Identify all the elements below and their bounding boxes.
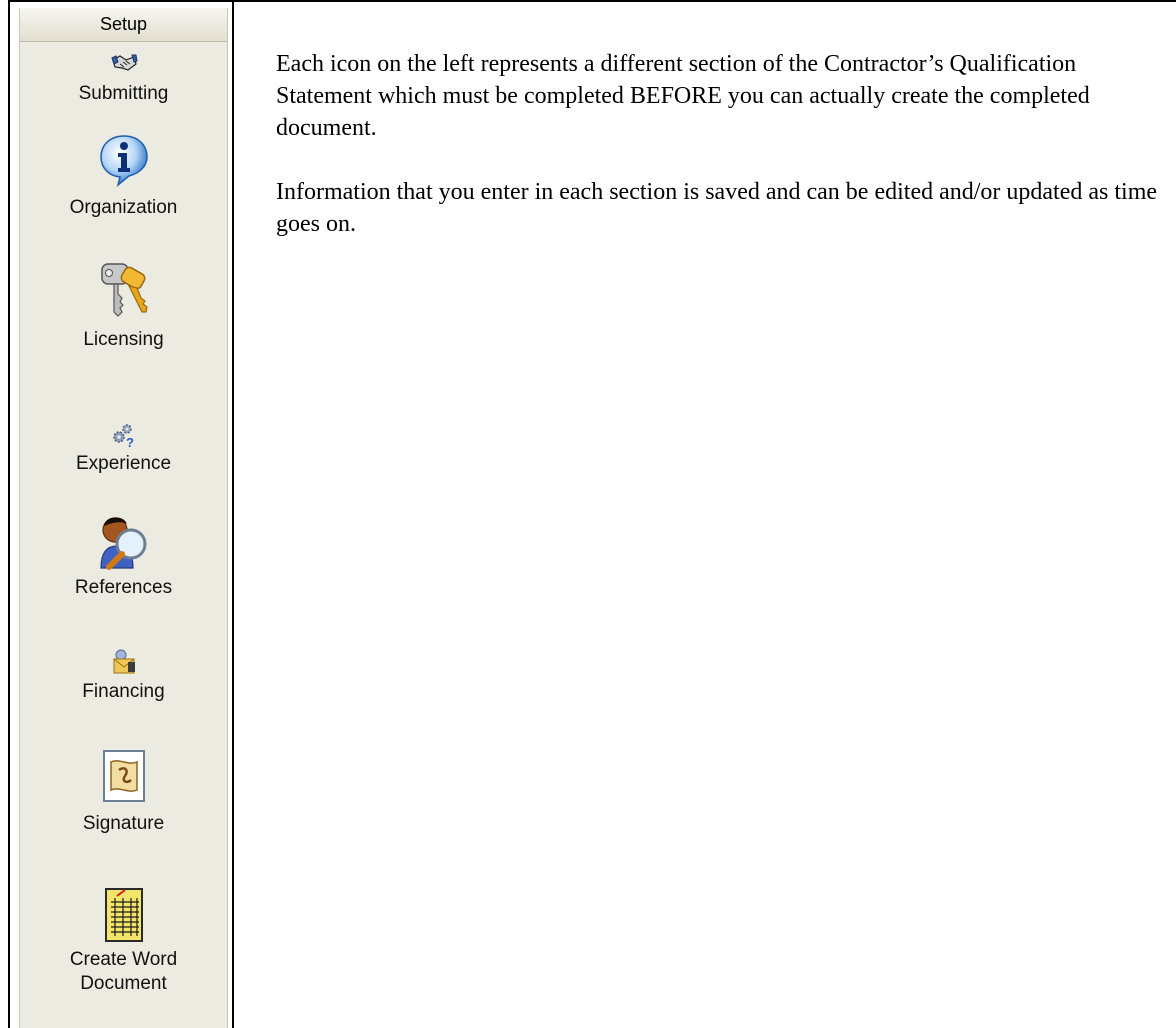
sidebar-item-submitting[interactable]: Submitting (20, 50, 227, 106)
setup-sidebar: Setup Submitting Organization Licensing … (19, 8, 228, 1028)
sidebar-item-label: Experience (75, 453, 172, 474)
sidebar-item-label: Financing (82, 681, 165, 702)
sidebar-item-financing[interactable]: Financing (20, 648, 227, 704)
gears-question-icon: ? (112, 424, 134, 448)
instructions-panel: Each icon on the left represents a diffe… (276, 48, 1171, 272)
scroll-document-icon (102, 750, 145, 802)
person-magnifier-icon (99, 517, 146, 570)
instruction-paragraph: Each icon on the left represents a diffe… (276, 51, 1090, 141)
sidebar-item-label: Licensing (83, 329, 164, 350)
sidebar-item-licensing[interactable]: Licensing (20, 260, 227, 352)
money-envelope-icon (113, 649, 135, 674)
sidebar-item-experience[interactable]: ? Experience (20, 422, 227, 476)
sidebar-item-label: References (74, 577, 173, 598)
keys-icon (100, 263, 148, 317)
instruction-paragraph: Information that you enter in each secti… (276, 179, 1158, 237)
sidebar-item-signature[interactable]: Signature (20, 748, 227, 836)
sidebar-item-label: Create Word Document (69, 949, 178, 994)
sidebar-item-label: Organization (69, 197, 178, 218)
svg-text:?: ? (126, 435, 134, 448)
column-divider (232, 0, 234, 1028)
sidebar-item-references[interactable]: References (20, 510, 227, 600)
handshake-icon (110, 54, 138, 71)
sidebar-item-label: Signature (82, 813, 165, 834)
setup-header[interactable]: Setup (20, 8, 227, 42)
sidebar-item-label: Submitting (78, 83, 169, 104)
info-icon (99, 135, 148, 188)
spreadsheet-icon (104, 888, 143, 942)
sidebar-item-create-word-document[interactable]: Create Word Document (20, 886, 227, 996)
sidebar-item-organization[interactable]: Organization (20, 132, 227, 220)
